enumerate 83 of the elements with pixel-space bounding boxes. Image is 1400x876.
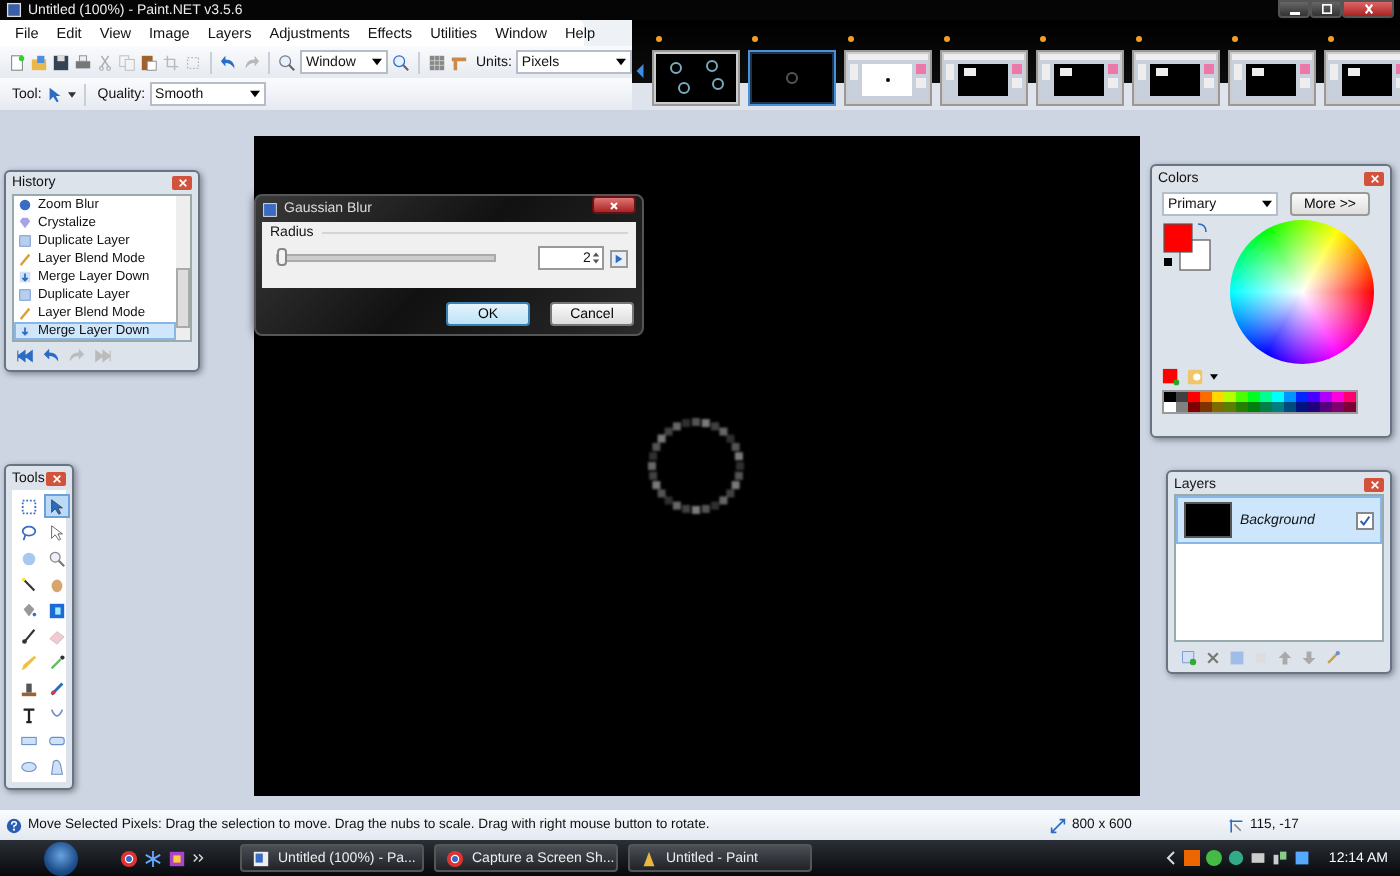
layer-icon — [18, 233, 32, 248]
image-thumbnail[interactable] — [1323, 50, 1400, 106]
merge-down-icon — [18, 269, 32, 284]
app-icon — [252, 849, 270, 867]
image-size-icon — [1050, 817, 1066, 833]
browser-icon — [446, 849, 464, 867]
status-dot-icon — [655, 36, 662, 42]
maximize-button[interactable] — [1310, 0, 1342, 18]
undo-icon[interactable] — [42, 348, 60, 364]
properties-icon[interactable] — [1324, 650, 1342, 666]
caret-icon[interactable] — [67, 91, 76, 97]
layer-icon — [18, 287, 32, 302]
gradient-tool-icon[interactable] — [44, 598, 70, 622]
chevron-icon[interactable] — [192, 852, 206, 864]
monitor-icon[interactable] — [1250, 850, 1267, 866]
gem-icon — [18, 215, 32, 230]
primary-swatch-icon[interactable] — [1162, 368, 1180, 386]
maximize-icon — [1321, 4, 1331, 14]
caret-icon[interactable] — [1210, 374, 1218, 380]
browser-icon[interactable] — [120, 849, 138, 867]
network-icon[interactable] — [1272, 850, 1289, 866]
image-thumbnail[interactable] — [1131, 50, 1220, 106]
slider-thumb[interactable] — [277, 248, 288, 266]
snowflake-icon[interactable] — [144, 849, 162, 867]
cursor-position-icon — [1228, 817, 1244, 833]
caret-icon — [249, 90, 260, 98]
reset-button[interactable] — [610, 249, 629, 267]
lasso-tool-icon[interactable] — [16, 520, 42, 544]
spinner-arrows-icon[interactable] — [592, 250, 601, 266]
move-tool-icon[interactable] — [44, 494, 70, 518]
status-dot-icon — [1135, 36, 1142, 42]
zoom-in-icon[interactable] — [392, 53, 410, 71]
status-dot-icon — [1231, 36, 1238, 42]
scrollbar[interactable] — [176, 195, 190, 340]
app-icon[interactable] — [168, 849, 186, 867]
status-dot-icon — [847, 36, 854, 42]
image-thumbnail[interactable] — [1035, 50, 1124, 106]
triangle-icon — [614, 253, 625, 263]
app-icon — [6, 2, 22, 18]
image-thumbnail[interactable] — [1227, 50, 1316, 106]
zoom-out-icon[interactable] — [278, 53, 296, 71]
image-thumbnail[interactable] — [747, 50, 836, 106]
ruler-icon[interactable] — [450, 53, 468, 71]
visibility-checkbox[interactable] — [1356, 511, 1374, 529]
effect-icon — [262, 201, 278, 217]
radius-slider[interactable] — [276, 254, 497, 262]
delete-icon[interactable] — [1204, 650, 1222, 666]
rewind-icon[interactable] — [16, 348, 34, 364]
paint-app-icon — [640, 849, 658, 867]
color-palette[interactable] — [1162, 390, 1358, 414]
cursor-arrow-icon[interactable] — [45, 85, 64, 103]
pencil-icon — [18, 305, 32, 320]
grid-icon[interactable] — [428, 53, 446, 71]
close-icon — [608, 199, 620, 211]
image-canvas[interactable] — [253, 136, 1139, 796]
status-dot-icon — [751, 36, 758, 42]
new-file-icon[interactable] — [8, 53, 26, 71]
status-dot-icon — [1039, 36, 1046, 42]
primary-secondary-swatch-drawing[interactable] — [1162, 220, 1214, 276]
merge-down-icon — [18, 323, 32, 338]
layer-thumbnail — [1184, 502, 1232, 538]
minimize-button[interactable] — [1278, 0, 1310, 18]
close-icon — [1363, 4, 1373, 14]
close-button[interactable] — [1342, 0, 1394, 18]
caret-icon — [372, 58, 382, 66]
rect-select-tool-icon[interactable] — [16, 494, 42, 518]
status-dot-icon — [943, 36, 950, 42]
save-icon[interactable] — [52, 53, 70, 71]
minimize-icon — [1289, 12, 1299, 16]
pencil-icon — [18, 251, 32, 266]
undo-icon[interactable] — [220, 53, 238, 71]
paste-icon[interactable] — [140, 53, 158, 71]
caret-icon — [1262, 200, 1272, 208]
help-icon — [6, 817, 22, 833]
close-button[interactable] — [592, 196, 636, 214]
image-thumbnail[interactable] — [651, 50, 740, 106]
image-thumbnail[interactable] — [843, 50, 932, 106]
caret-icon — [615, 58, 626, 66]
print-icon[interactable] — [74, 53, 92, 71]
start-button[interactable] — [44, 841, 78, 875]
status-dot-icon — [1327, 36, 1334, 42]
chevron-icon[interactable] — [1162, 850, 1179, 866]
image-thumbnail[interactable] — [939, 50, 1028, 106]
